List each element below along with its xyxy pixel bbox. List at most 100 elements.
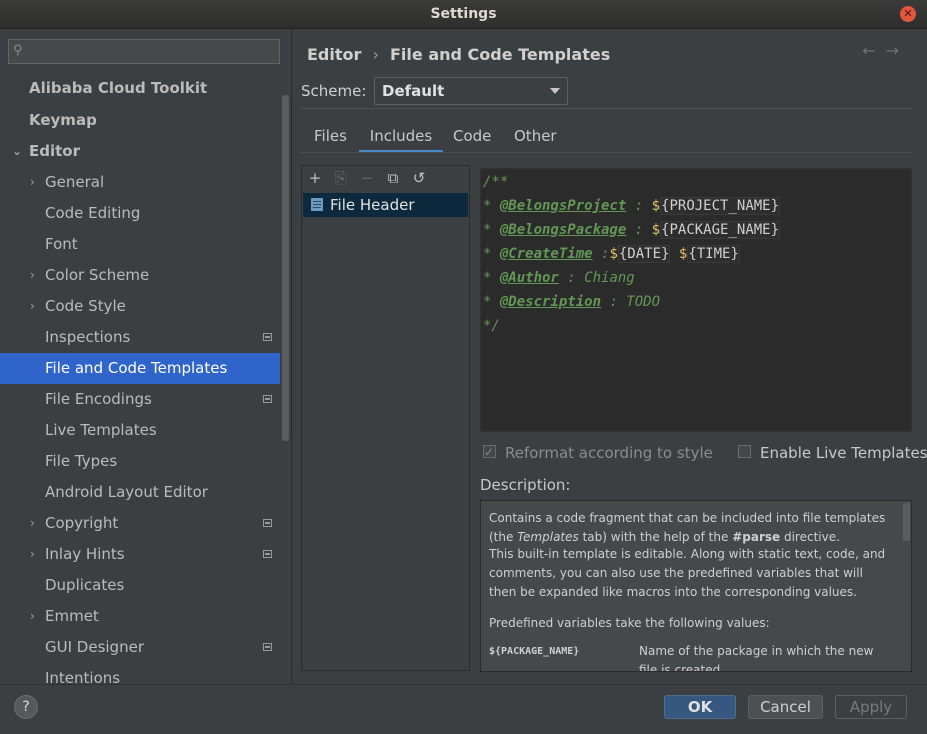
apply-button[interactable]: Apply [835, 695, 907, 719]
template-code-editor[interactable]: /** * @BelongsProject : ${PROJECT_NAME} … [480, 168, 912, 432]
dialog-footer: ? OK Cancel Apply [0, 684, 927, 734]
sidebar-item-gui-designer[interactable]: GUI Designer [0, 632, 280, 663]
enable-live-templates-checkbox[interactable]: Enable Live Templates [738, 443, 927, 463]
sidebar-item-inlay-hints[interactable]: › Inlay Hints [0, 539, 280, 570]
sidebar-item-label: Android Layout Editor [45, 483, 208, 501]
description-emphasis: Templates [517, 530, 579, 544]
copy-disabled-icon[interactable]: ⎘ [332, 169, 350, 187]
sidebar-item-inspections[interactable]: Inspections [0, 322, 280, 353]
settings-tree: Alibaba Cloud Toolkit Keymap ⌄ Editor › Ge… [0, 73, 280, 684]
sidebar-item-label: Color Scheme [45, 266, 150, 284]
divider [301, 108, 912, 109]
forward-arrow-icon[interactable]: → [886, 41, 909, 60]
code-variable: {DATE} [617, 245, 671, 263]
sidebar-item-label: Code Editing [45, 204, 141, 222]
sidebar-item-file-types[interactable]: File Types [0, 446, 280, 477]
code-line: * @BelongsProject : ${PROJECT_NAME} [483, 194, 781, 218]
sidebar-item-duplicates[interactable]: Duplicates [0, 570, 280, 601]
breadcrumb-parent: Editor [307, 45, 362, 64]
chevron-down-icon[interactable]: ⌄ [12, 136, 22, 167]
project-scope-icon [263, 519, 272, 527]
title-bar: Settings ✕ [0, 0, 927, 29]
sidebar-item-label: File and Code Templates [45, 359, 228, 377]
code-line: * @Author : Chiang [483, 266, 635, 290]
project-scope-icon [263, 395, 272, 403]
scheme-dropdown[interactable]: Default [374, 77, 568, 105]
scheme-value: Default [382, 82, 445, 100]
reset-icon[interactable]: ↺ [410, 169, 428, 187]
code-tag: @Author [499, 270, 559, 286]
navigation-arrows: ←→ [862, 41, 909, 60]
project-scope-icon [263, 333, 272, 341]
copy-icon[interactable]: ⧉ [384, 169, 402, 187]
file-template-icon [311, 198, 323, 211]
sidebar-scrollbar[interactable] [282, 95, 289, 441]
chevron-right-icon[interactable]: › [30, 601, 35, 632]
code-line: * @BelongsPackage : ${PACKAGE_NAME} [483, 218, 781, 242]
remove-icon[interactable]: − [358, 169, 376, 187]
sidebar-item-label: Inlay Hints [45, 545, 125, 563]
chevron-right-icon[interactable]: › [30, 508, 35, 539]
sidebar-item-live-templates[interactable]: Live Templates [0, 415, 280, 446]
breadcrumb-separator: › [372, 45, 379, 64]
description-scrollbar[interactable] [903, 503, 910, 541]
list-item[interactable]: File Header [303, 193, 468, 217]
sidebar-item-label: Font [45, 235, 78, 253]
sidebar-item-code-editing[interactable]: Code Editing [0, 198, 280, 229]
close-icon[interactable]: ✕ [900, 6, 916, 22]
code-tag: @Description [499, 294, 602, 310]
project-scope-icon [263, 643, 272, 651]
code-text: : TODO [601, 294, 661, 310]
description-text: tab) with the help of the [578, 530, 733, 544]
sidebar-item-label: Intentions [45, 669, 121, 684]
code-line: */ [483, 318, 500, 334]
sidebar-item-code-style[interactable]: › Code Style [0, 291, 280, 322]
code-text: : Chiang [558, 270, 635, 286]
sidebar-item-general[interactable]: › General [0, 167, 280, 198]
cancel-button[interactable]: Cancel [748, 695, 823, 719]
chevron-right-icon[interactable]: › [30, 167, 35, 198]
tab-includes[interactable]: Includes [359, 125, 443, 153]
sidebar-item-file-and-code-templates[interactable]: File and Code Templates [0, 353, 280, 384]
tab-files[interactable]: Files [314, 125, 347, 153]
code-dollar: $ [609, 246, 618, 262]
chevron-right-icon[interactable]: › [30, 539, 35, 570]
code-dollar: $ [651, 222, 661, 238]
sidebar-item-alibaba-cloud-toolkit[interactable]: Alibaba Cloud Toolkit [0, 73, 280, 104]
add-icon[interactable]: + [306, 169, 324, 187]
code-star: * [483, 222, 500, 238]
code-star: * [483, 270, 500, 286]
sidebar-item-copyright[interactable]: › Copyright [0, 508, 280, 539]
code-line: * @Description : TODO [483, 290, 660, 314]
description-paragraph: This built-in template is editable. Alon… [489, 547, 886, 599]
sidebar-item-label: Emmet [45, 607, 99, 625]
sidebar-item-emmet[interactable]: › Emmet [0, 601, 280, 632]
sidebar-item-label: Code Style [45, 297, 126, 315]
live-templates-label: Enable Live Templates [760, 444, 927, 462]
chevron-right-icon[interactable]: › [30, 291, 35, 322]
variable-name: ${PACKAGE_NAME} [489, 646, 580, 657]
tab-code[interactable]: Code [453, 125, 491, 153]
reformat-checkbox[interactable]: Reformat according to style [483, 442, 713, 463]
sidebar-item-android-layout-editor[interactable]: Android Layout Editor [0, 477, 280, 508]
sidebar-item-color-scheme[interactable]: › Color Scheme [0, 260, 280, 291]
back-arrow-icon[interactable]: ← [862, 41, 885, 60]
sidebar-item-label: File Encodings [45, 390, 152, 408]
sidebar-item-intentions[interactable]: Intentions [0, 663, 280, 684]
chevron-right-icon[interactable]: › [30, 260, 35, 291]
dropdown-arrow-icon [550, 88, 560, 94]
code-star: * [483, 246, 500, 262]
sidebar-item-editor[interactable]: ⌄ Editor [0, 136, 280, 167]
help-button[interactable]: ? [14, 695, 38, 719]
tab-other[interactable]: Other [514, 125, 557, 153]
sidebar-item-label: Keymap [29, 111, 97, 129]
tabs-divider [301, 152, 912, 153]
sidebar-item-font[interactable]: Font [0, 229, 280, 260]
search-input[interactable]: ⚲ [8, 39, 280, 64]
ok-button[interactable]: OK [664, 695, 736, 719]
code-colon: : [592, 246, 610, 262]
sidebar-item-file-encodings[interactable]: File Encodings [0, 384, 280, 415]
code-tag: @CreateTime [499, 246, 593, 262]
sidebar-item-keymap[interactable]: Keymap [0, 105, 280, 136]
